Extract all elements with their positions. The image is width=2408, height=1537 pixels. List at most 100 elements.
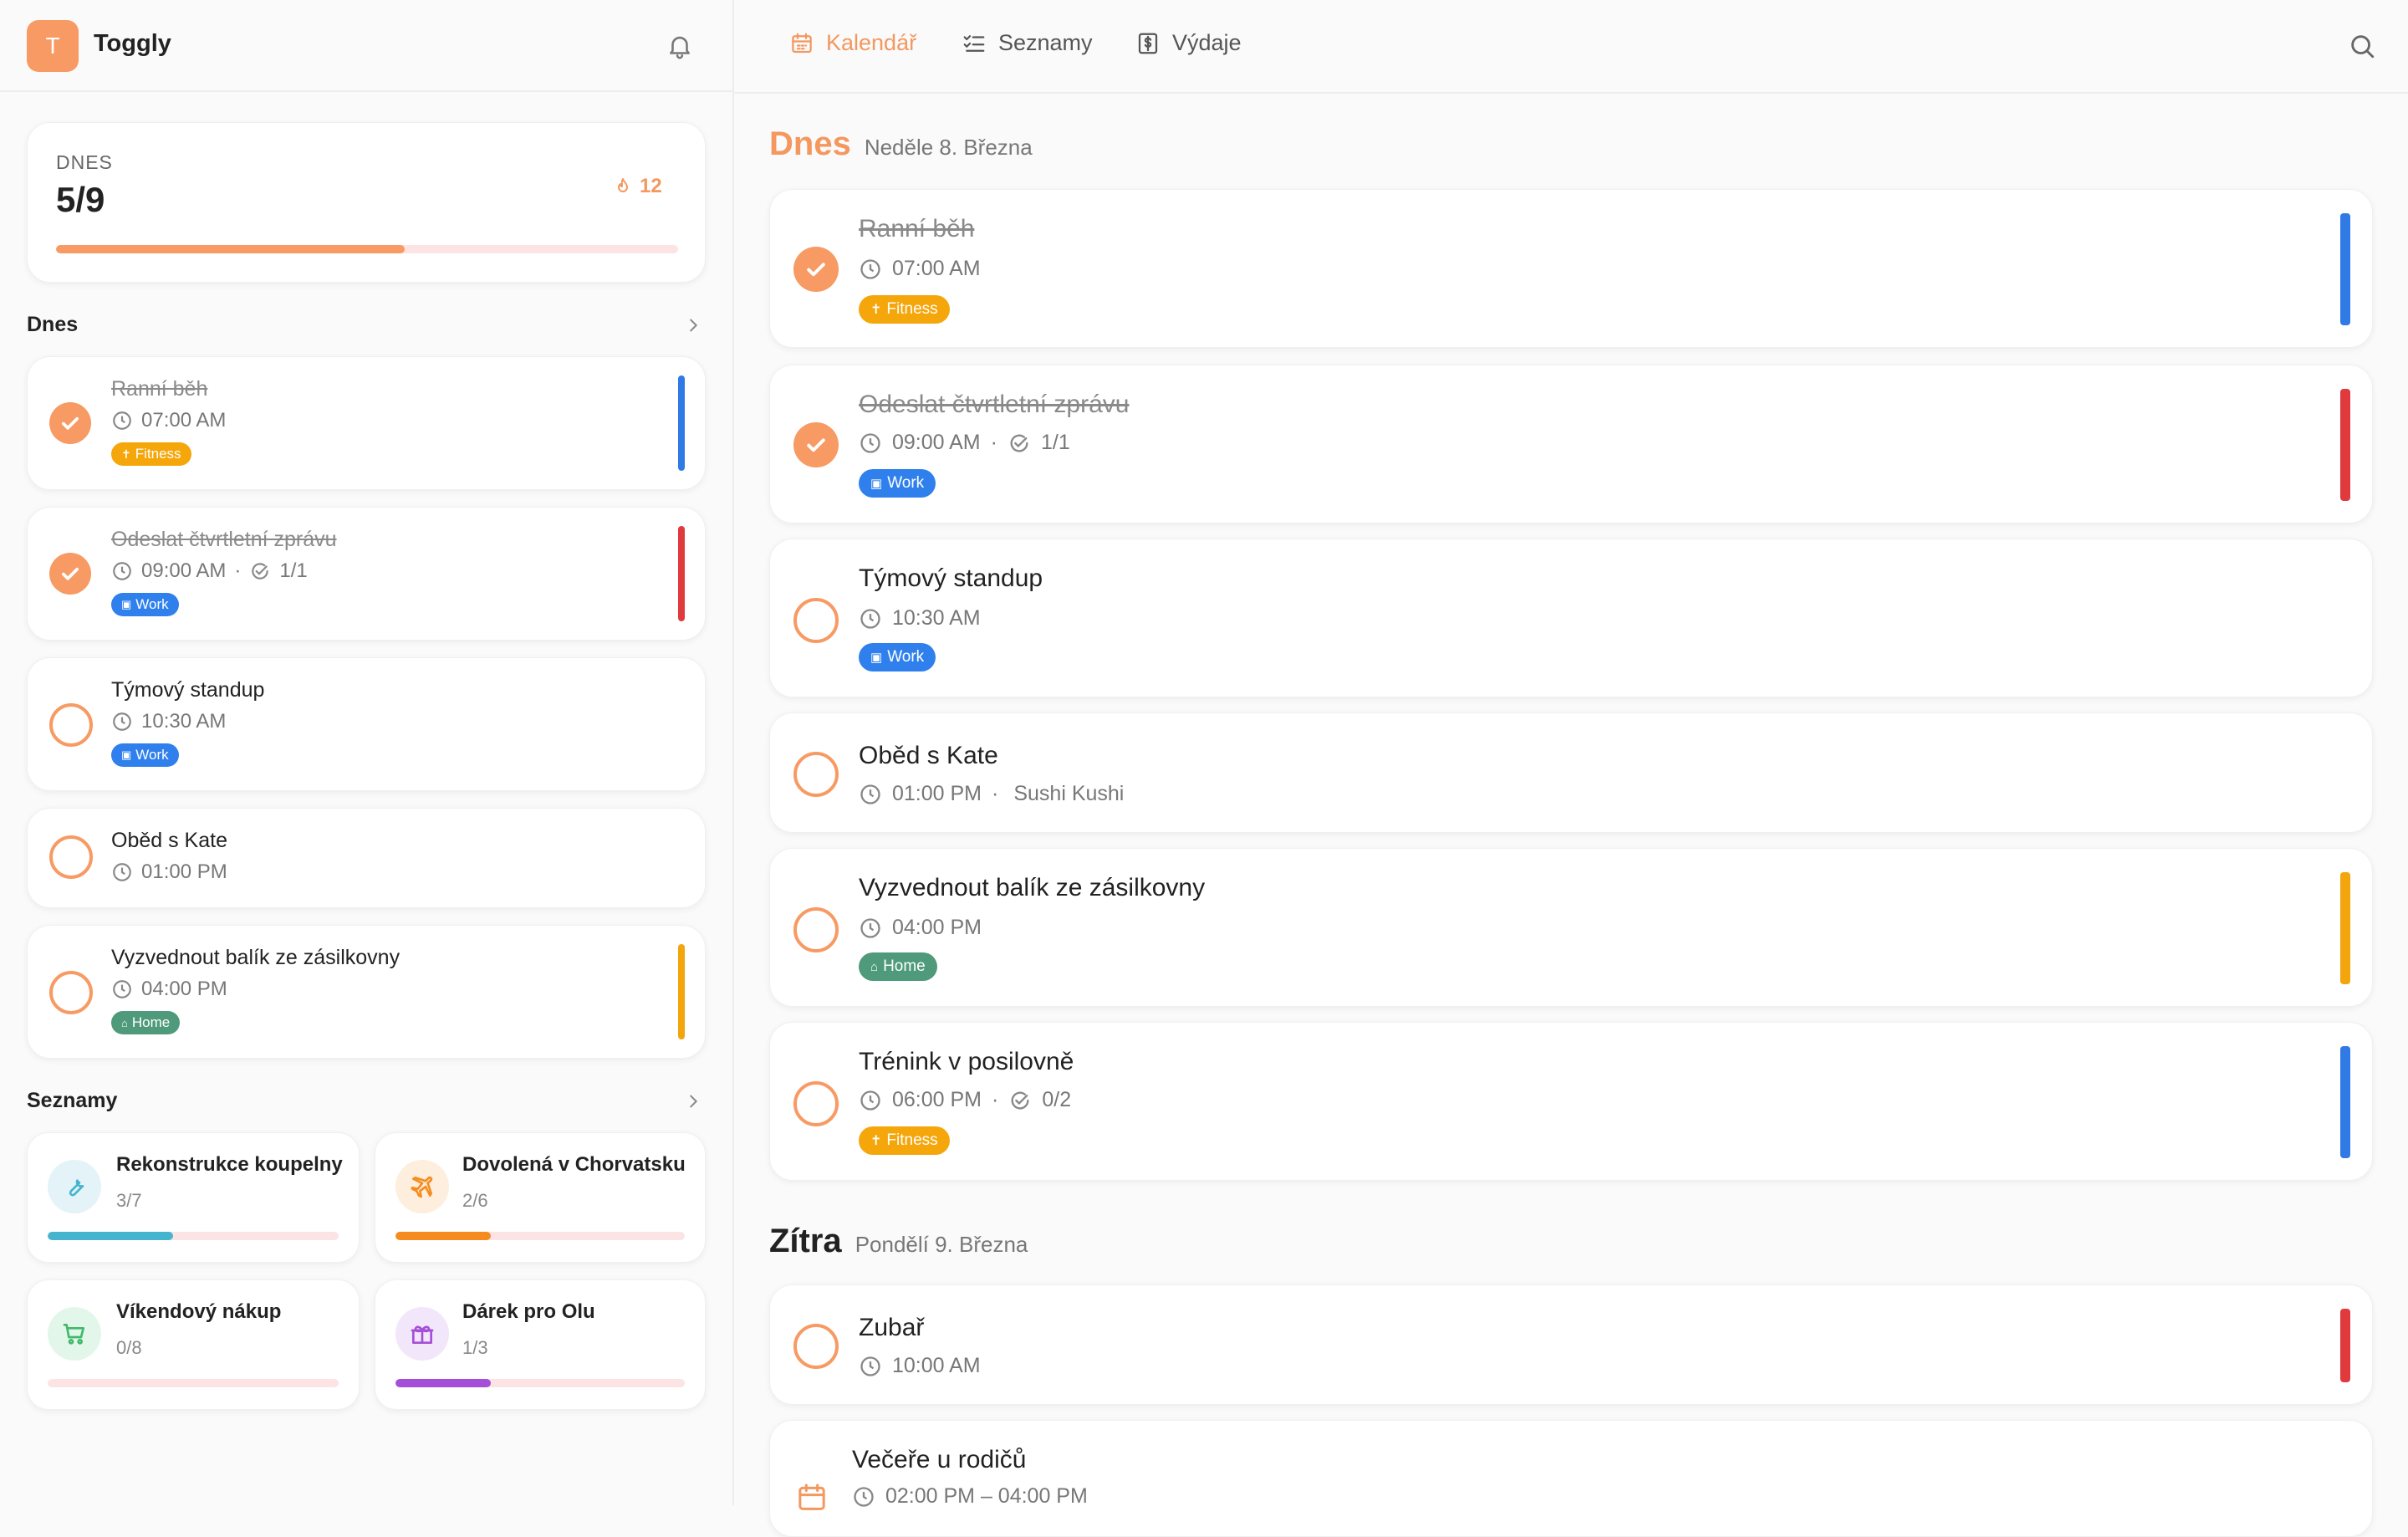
tag-work: ▣ Work — [859, 643, 936, 671]
today-summary-card: DNES 5/9 12 — [27, 122, 706, 283]
task-meta: 10:30 AM — [859, 606, 981, 631]
task-card[interactable]: Týmový standup 10:30 AM ▣ Work — [769, 539, 2373, 697]
task-checkbox-done[interactable] — [793, 247, 839, 292]
meta-separator: · — [990, 431, 997, 454]
task-checkbox[interactable] — [793, 1081, 839, 1126]
task-card[interactable]: Oběd s Kate 01:00 PM · Sushi Kushi — [769, 712, 2373, 833]
clock-icon — [860, 1090, 880, 1111]
task-meta: 10:30 AM — [111, 710, 226, 733]
task-checkbox[interactable] — [793, 598, 839, 643]
task-meta: 06:00 PM · 0/2 — [859, 1088, 1071, 1112]
meta-separator: · — [992, 782, 999, 805]
top-nav: Kalendář Seznamy Výdaje — [734, 0, 2408, 94]
subtask-count: 1/1 — [279, 559, 308, 582]
gift-icon — [395, 1307, 449, 1361]
task-title: Vyzvednout balík ze zásilkovny — [859, 874, 1206, 901]
task-title: Odeslat čtvrtletní zprávu — [859, 391, 1130, 418]
list-card[interactable]: Dárek pro Olu 1/3 — [375, 1279, 706, 1410]
sidebar-task-card[interactable]: Odeslat čtvrtletní zprávu 09:00 AM · 1/1… — [27, 507, 706, 641]
list-count: 1/3 — [462, 1337, 488, 1358]
task-card[interactable]: Ranní běh 07:00 AM ✝ Fitness — [769, 189, 2373, 348]
task-checkbox[interactable] — [49, 835, 93, 879]
task-title: Ranní běh — [111, 377, 208, 401]
task-checkbox[interactable] — [49, 971, 93, 1014]
chevron-right-icon[interactable] — [684, 1092, 702, 1111]
clock-icon — [860, 432, 880, 453]
task-meta: 04:00 PM — [859, 916, 982, 940]
priority-bar — [2340, 389, 2350, 501]
search-icon[interactable] — [2348, 32, 2376, 60]
nav-tab-expenses[interactable]: Výdaje — [1135, 30, 1242, 56]
meta-separator: · — [992, 1088, 999, 1111]
list-progress — [48, 1379, 339, 1387]
sidebar-today-title: Dnes — [27, 313, 79, 336]
task-checkbox[interactable] — [793, 907, 839, 952]
sidebar-task-card[interactable]: Ranní běh 07:00 AM ✝ Fitness — [27, 356, 706, 490]
clock-icon — [113, 980, 131, 998]
subtask-count: 1/1 — [1040, 431, 1070, 454]
house-icon: ⌂ — [870, 959, 879, 974]
task-card[interactable]: Zubař 10:00 AM — [769, 1284, 2373, 1405]
task-title: Týmový standup — [859, 564, 1043, 592]
tag-label: Fitness — [886, 300, 938, 318]
sidebar-task-card[interactable]: Týmový standup 10:30 AM ▣ Work — [27, 657, 706, 791]
task-checkbox[interactable] — [793, 1324, 839, 1369]
clock-icon — [860, 1356, 880, 1376]
clock-icon — [113, 562, 131, 580]
task-meta: 01:00 PM — [111, 860, 227, 884]
tag-label: Home — [131, 1014, 171, 1030]
task-checkbox-done[interactable] — [49, 402, 91, 444]
list-card[interactable]: Rekonstrukce koupelny 3/7 — [27, 1132, 360, 1263]
app-name: Toggly — [94, 30, 171, 57]
day-name: Zítra — [769, 1223, 842, 1259]
list-card[interactable]: Víkendový nákup 0/8 — [27, 1279, 360, 1410]
checkmark-icon — [61, 416, 79, 430]
briefcase-icon: ▣ — [121, 598, 132, 610]
clock-icon — [113, 712, 131, 731]
house-icon: ⌂ — [121, 1016, 128, 1029]
task-checkbox[interactable] — [49, 703, 93, 747]
list-progress — [48, 1232, 339, 1240]
task-title: Večeře u rodičů — [852, 1446, 1027, 1473]
sidebar: T Toggly DNES 5/9 12 Dnes Ranní běh 07:0… — [0, 0, 734, 1505]
tag-label: Work — [135, 596, 169, 612]
clock-icon — [113, 411, 131, 430]
task-card[interactable]: Vyzvednout balík ze zásilkovny 04:00 PM … — [769, 848, 2373, 1007]
task-title: Zubař — [859, 1314, 925, 1341]
day-date: Neděle 8. Března — [864, 135, 1033, 160]
tag-fitness: ✝ Fitness — [859, 295, 950, 324]
check-circle-icon — [1010, 434, 1028, 452]
calendar-icon — [792, 33, 812, 53]
task-checkbox-done[interactable] — [793, 422, 839, 467]
task-time: 04:00 PM — [892, 916, 982, 939]
sidebar-task-card[interactable]: Vyzvednout balík ze zásilkovny 04:00 PM … — [27, 925, 706, 1059]
list-count: 2/6 — [462, 1190, 488, 1211]
tag-fitness: ✝ Fitness — [111, 442, 191, 466]
list-progress — [395, 1379, 685, 1387]
sidebar-task-card[interactable]: Oběd s Kate 01:00 PM — [27, 808, 706, 908]
calendar-icon — [798, 1483, 825, 1510]
task-card[interactable]: Večeře u rodičů 02:00 PM – 04:00 PM — [769, 1420, 2373, 1537]
priority-bar — [2340, 213, 2350, 325]
list-card[interactable]: Dovolená v Chorvatsku 2/6 — [375, 1132, 706, 1263]
task-location: Sushi Kushi — [1013, 782, 1125, 805]
task-time: 06:00 PM — [892, 1088, 982, 1111]
task-time: 04:00 PM — [141, 978, 227, 1000]
task-title: Odeslat čtvrtletní zprávu — [111, 528, 337, 551]
task-card[interactable]: Odeslat čtvrtletní zprávu 09:00 AM · 1/1… — [769, 365, 2373, 523]
task-checkbox-done[interactable] — [49, 553, 91, 595]
nav-label: Seznamy — [998, 30, 1093, 55]
nav-tab-calendar[interactable]: Kalendář — [789, 30, 916, 56]
nav-tab-lists[interactable]: Seznamy — [962, 30, 1093, 56]
task-card[interactable]: Trénink v posilovně 06:00 PM · 0/2 ✝ Fitn… — [769, 1022, 2373, 1181]
tag-home: ⌂ Home — [111, 1011, 181, 1034]
person-icon: ✝ — [121, 447, 131, 461]
app-logo[interactable]: T — [27, 20, 79, 72]
task-checkbox[interactable] — [793, 752, 839, 797]
bell-icon[interactable] — [666, 32, 694, 60]
chevron-right-icon[interactable] — [684, 316, 702, 334]
priority-bar — [678, 526, 685, 621]
briefcase-icon: ▣ — [870, 651, 883, 665]
clock-icon — [860, 258, 880, 279]
checkmark-icon — [807, 438, 825, 452]
